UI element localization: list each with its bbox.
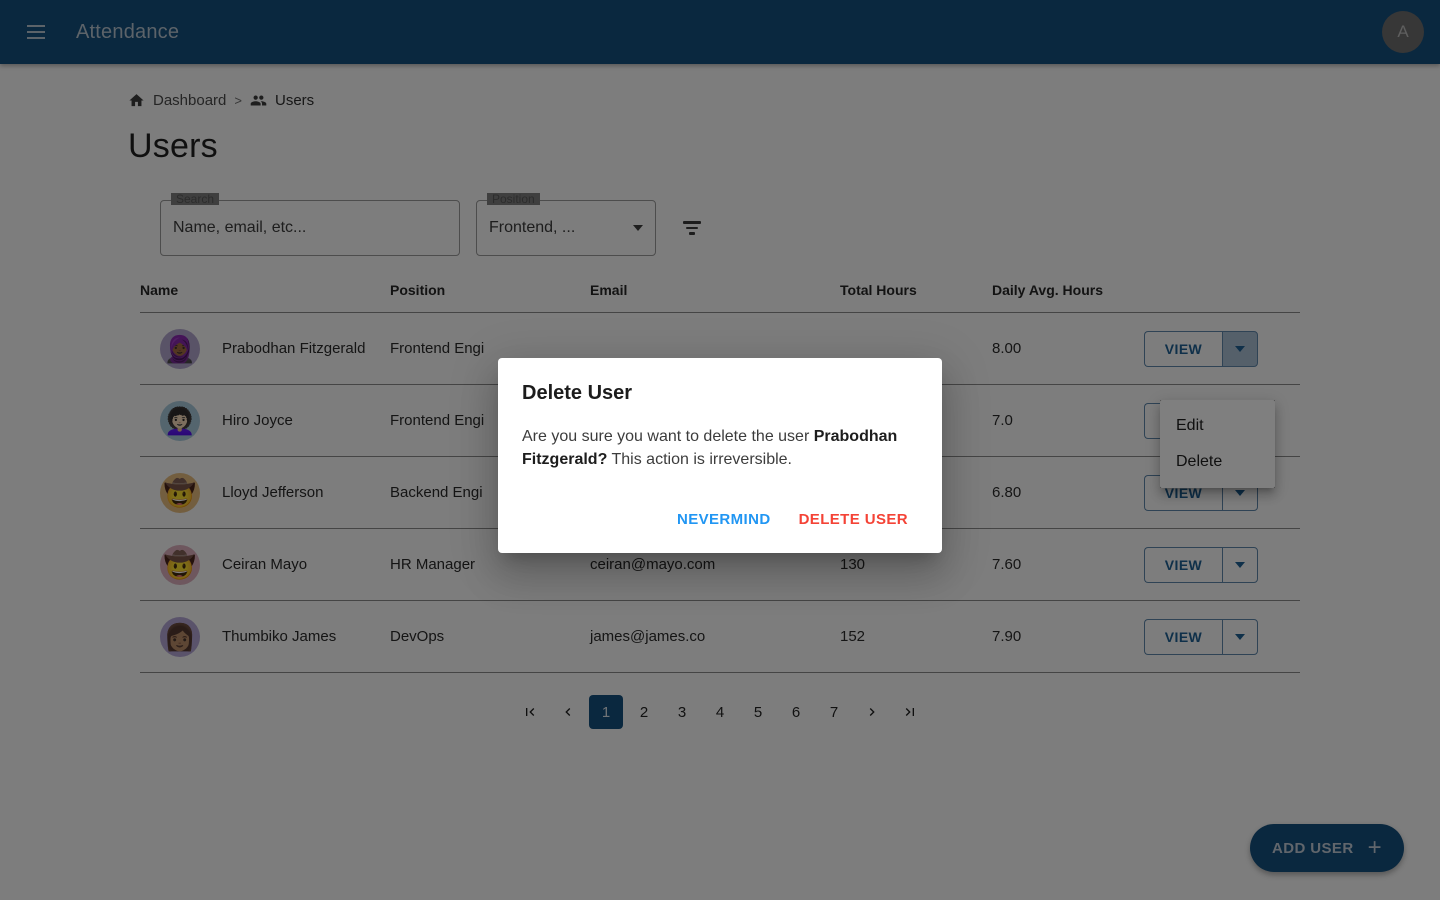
dialog-actions: NEVERMIND DELETE USER	[522, 501, 918, 545]
dialog-body-prefix: Are you sure you want to delete the user	[522, 428, 814, 445]
delete-user-dialog: Delete User Are you sure you want to del…	[498, 358, 942, 554]
dialog-title: Delete User	[522, 382, 633, 404]
row-action-menu: Edit Delete	[1160, 400, 1275, 488]
menu-item-edit[interactable]: Edit	[1160, 408, 1275, 444]
menu-item-delete[interactable]: Delete	[1160, 444, 1275, 480]
nevermind-button[interactable]: NEVERMIND	[667, 501, 781, 537]
app-root: Attendance A Dashboard >	[0, 0, 1440, 900]
dialog-body-suffix: This action is irreversible.	[607, 451, 793, 469]
dialog-body: Are you sure you want to delete the user…	[522, 425, 918, 471]
delete-user-button[interactable]: DELETE USER	[789, 501, 918, 537]
